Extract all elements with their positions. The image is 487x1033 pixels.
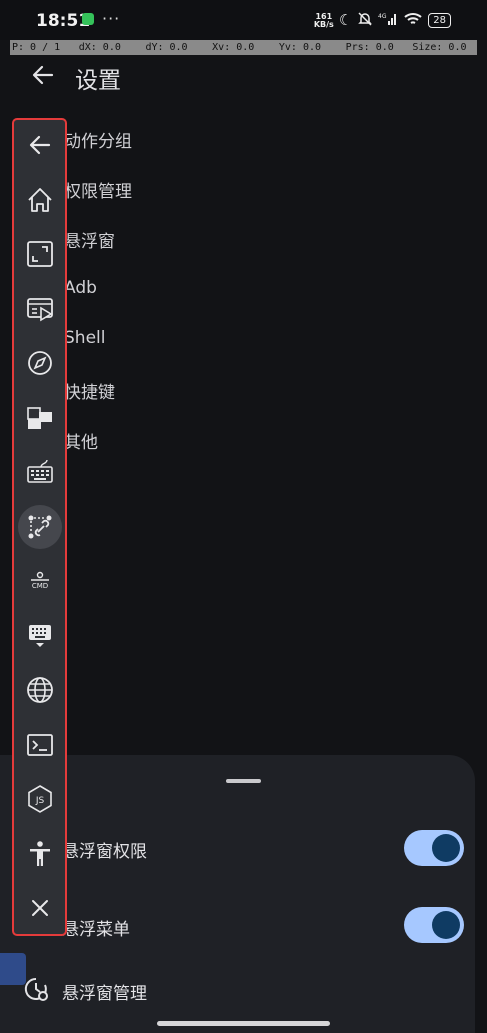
moon-icon: ☾ [338,11,353,29]
compass-icon [27,351,52,375]
toolbar-translate-button[interactable] [14,398,65,438]
toolbar-terminal-button[interactable] [14,725,65,765]
toolbar-home-button[interactable] [14,180,65,220]
floating-permission-toggle[interactable] [404,830,464,866]
floating-menu-toggle[interactable] [404,907,464,943]
accessibility-icon [29,841,50,866]
wifi-icon [403,11,423,30]
floating-menu-label: 悬浮菜单 [62,920,130,940]
fullscreen-icon [26,241,53,267]
toolbar-fullscreen-button[interactable] [14,234,65,274]
pointer-location-bar: P: 0 / 1 dX: 0.0 dY: 0.0 Xv: 0.0 Yv: 0.0… [10,40,477,55]
window-settings-icon [22,975,50,1003]
terminal-icon [26,734,53,756]
toolbar-close-button[interactable] [14,888,65,928]
more-notifications-indicator: ··· [102,9,121,28]
pointer-dx: dX: 0.0 [78,42,121,53]
slideshow-icon [26,298,53,322]
floating-manage-label[interactable]: 悬浮窗管理 [62,979,147,1004]
toggle-knob [432,834,460,862]
translate-icon [26,407,52,429]
net-speed: 161 KB/s [313,12,334,29]
floating-toolbar: CMD JS [12,118,67,936]
keyboard-icon [26,459,53,483]
pointer-pressure: Prs: 0.0 [345,42,394,53]
toolbar-recent-apps-button[interactable] [14,289,65,329]
status-icons: 161 KB/s ☾ 4G 28 [314,11,451,30]
battery-icon: 28 [428,13,451,28]
back-arrow-icon[interactable] [30,62,56,88]
home-icon [27,188,52,212]
back-arrow-icon [29,135,50,155]
floating-permission-label: 悬浮窗权限 [62,842,147,862]
keyboard-hide-icon [28,625,51,647]
nodejs-icon: JS [27,785,52,813]
toolbar-accessibility-button[interactable] [14,834,65,874]
menu-item-other[interactable]: 其他 [64,428,98,453]
net-speed-unit: KB/s [313,19,334,29]
menu-item-adb[interactable]: Adb [64,278,97,298]
app-notification-icon [82,13,94,25]
toolbar-back-button[interactable] [14,125,65,165]
close-icon [31,900,48,916]
toolbar-cmd-button[interactable]: CMD [14,561,65,601]
pointer-dy: dY: 0.0 [145,42,188,53]
toggle-knob [432,911,460,939]
sheet-drag-handle[interactable] [226,779,261,783]
cmd-icon: CMD [30,571,49,590]
pointer-xv: Xv: 0.0 [212,42,255,53]
js-label: JS [34,796,44,806]
link-path-icon [28,515,51,539]
signal-icon: 4G [378,12,398,29]
globe-icon [26,677,53,703]
toolbar-keyboard-button[interactable] [14,452,65,492]
toolbar-js-button[interactable]: JS [14,779,65,819]
toolbar-hide-keyboard-button[interactable] [14,616,65,656]
toolbar-web-button[interactable] [14,670,65,710]
signal-label: 4G [378,13,387,20]
menu-item-action-groups[interactable]: 动作分组 [64,127,132,152]
pointer-size: Size: 0.0 [412,42,467,53]
page-title: 设置 [75,68,121,94]
menu-item-shortcuts[interactable]: 快捷键 [64,378,115,403]
pointer-yv: Yv: 0.0 [278,42,322,53]
mute-icon [357,11,373,30]
menu-item-permissions[interactable]: 权限管理 [64,177,132,202]
menu-item-floating-window[interactable]: 悬浮窗 [64,227,115,252]
pointer-count: P: 0 / 1 [12,42,61,53]
toolbar-link-path-button[interactable] [14,505,65,549]
status-bar: 18:51 ··· 161 KB/s ☾ 4G 28 [0,0,487,40]
menu-item-shell[interactable]: Shell [64,328,105,348]
cmd-label: CMD [31,582,47,590]
toolbar-compass-button[interactable] [14,343,65,383]
gesture-nav-bar[interactable] [157,1021,330,1026]
